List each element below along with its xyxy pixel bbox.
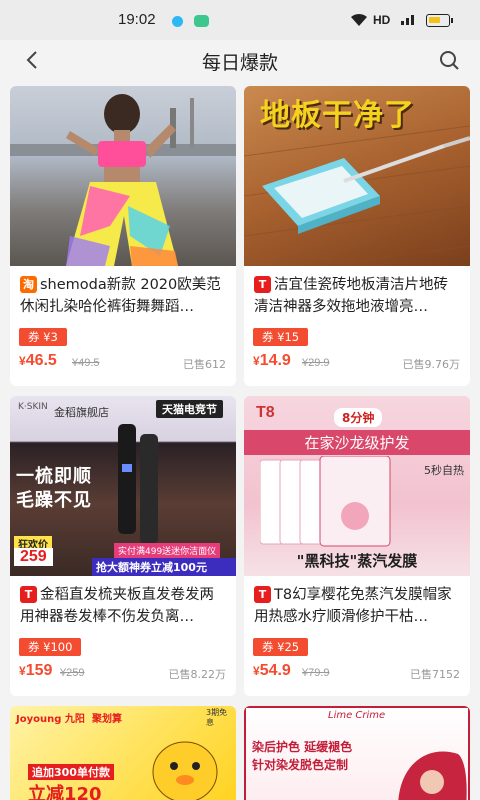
- price: ¥54.9: [253, 662, 291, 679]
- page-title: 每日爆款: [201, 52, 278, 74]
- battery-icon: [426, 14, 453, 27]
- brand-logo: T8: [256, 404, 275, 421]
- sold-count: 已售8.22万: [168, 668, 227, 681]
- slogan-line-1: 一梳即顺: [16, 466, 92, 487]
- feature-label: 5秒自热: [424, 464, 464, 477]
- product-card[interactable]: Joyoung 九阳 聚划算 3期免息 追加300单付款 立减120: [10, 706, 236, 800]
- image-headline: 在家沙龙级护发: [244, 430, 470, 455]
- taobao-icon: 淘: [20, 276, 37, 293]
- product-card[interactable]: K·SKIN 金稻旗舰店 天猫电竞节 一梳即顺 毛躁不见 狂欢价 259 实付满…: [10, 396, 236, 696]
- product-name: T 洁宜佳瓷砖地板清洁片地砖清洁神器多效拖地液增亮…: [254, 276, 448, 315]
- product-card[interactable]: T8 8分钟 在家沙龙级护发 5秒自热 "黑科技"蒸汽发膜 T T8幻享樱花免蒸汽…: [244, 396, 470, 696]
- installment-badge: 3期免息: [206, 708, 228, 727]
- slogan-line-2: 毛躁不见: [16, 490, 92, 511]
- original-price: ¥49.5: [72, 357, 100, 369]
- search-button[interactable]: [434, 46, 464, 74]
- original-price: ¥29.9: [302, 357, 330, 369]
- product-card[interactable]: Lime Crime 染后护色 延缓褪色 针对染发脱色定制: [244, 706, 470, 800]
- product-card[interactable]: 淘 shemoda新款 2020欧美范休闲扎染哈伦裤街舞舞蹈… 券 ¥3 ¥46.…: [10, 86, 236, 386]
- original-price: ¥259: [60, 667, 85, 679]
- page-header: 每日爆款: [0, 40, 480, 80]
- product-image: K·SKIN 金稻旗舰店 天猫电竞节 一梳即顺 毛躁不见 狂欢价 259 实付满…: [10, 396, 236, 576]
- network-type-label: HD: [373, 13, 391, 27]
- coupon-banner: 抢大额神券立减100元: [92, 558, 236, 576]
- wifi-icon: [350, 13, 368, 31]
- promo-line-2: 立减120: [28, 784, 102, 800]
- store-name: 金稻旗舰店: [54, 406, 109, 419]
- sale-price: 259: [14, 548, 53, 566]
- image-caption: "黑科技"蒸汽发膜: [296, 552, 418, 570]
- original-price: ¥79.9: [302, 667, 330, 679]
- feature-line-2: 针对染发脱色定制: [252, 758, 349, 772]
- tmall-icon: T: [20, 586, 37, 603]
- gift-banner: 实付满499送迷你洁面仪: [114, 543, 221, 558]
- notification-dot-icon: [172, 16, 183, 27]
- product-image: Lime Crime 染后护色 延缓褪色 针对染发脱色定制: [244, 706, 470, 800]
- price: ¥159: [19, 662, 53, 679]
- product-name: T T8幻享樱花免蒸汽发膜帽家用热感水疗顺滑修护干枯…: [254, 586, 452, 625]
- price: ¥46.5: [19, 352, 57, 369]
- coupon-badge: 券 ¥100: [19, 638, 82, 656]
- coupon-badge: 券 ¥15: [253, 328, 309, 346]
- feature-line-1: 染后护色 延缓褪色: [252, 740, 353, 754]
- minutes-badge: 8分钟: [334, 408, 383, 427]
- product-image: 地板干净了: [244, 86, 470, 266]
- coupon-badge: 券 ¥3: [19, 328, 67, 346]
- sold-count: 已售612: [183, 358, 226, 371]
- brand-logo: Lime Crime: [328, 710, 386, 721]
- brand-logo: Joyoung 九阳: [16, 714, 85, 725]
- promo-tag: 聚划算: [92, 714, 122, 725]
- product-image: T8 8分钟 在家沙龙级护发 5秒自热 "黑科技"蒸汽发膜: [244, 396, 470, 576]
- product-card[interactable]: 地板干净了 T 洁宜佳瓷砖地板清洁片地砖清洁神器多效拖地液增亮… 券 ¥15 ¥1…: [244, 86, 470, 386]
- image-headline: 地板干净了: [260, 98, 415, 133]
- product-name: T 金稻直发梳夹板直发卷发两用神器卷发棒不伤发负离…: [20, 586, 214, 625]
- price: ¥14.9: [253, 352, 291, 369]
- status-bar: 19:02 HD: [0, 0, 480, 40]
- product-name: 淘 shemoda新款 2020欧美范休闲扎染哈伦裤街舞舞蹈…: [20, 276, 221, 315]
- promo-badge: 天猫电竞节: [156, 400, 223, 418]
- tmall-icon: T: [254, 276, 271, 293]
- sold-count: 已售9.76万: [402, 358, 461, 371]
- brand-logo: K·SKIN: [18, 402, 48, 412]
- coupon-badge: 券 ¥25: [253, 638, 309, 656]
- chat-notification-icon: [194, 15, 209, 27]
- tmall-icon: T: [254, 586, 271, 603]
- sold-count: 已售7152: [410, 668, 460, 681]
- product-image: Joyoung 九阳 聚划算 3期免息 追加300单付款 立减120: [10, 706, 236, 800]
- search-icon: [440, 51, 459, 70]
- product-image: [10, 86, 236, 266]
- status-time: 19:02: [118, 11, 156, 28]
- signal-icon: [398, 12, 418, 29]
- promo-line-1: 追加300单付款: [28, 764, 114, 780]
